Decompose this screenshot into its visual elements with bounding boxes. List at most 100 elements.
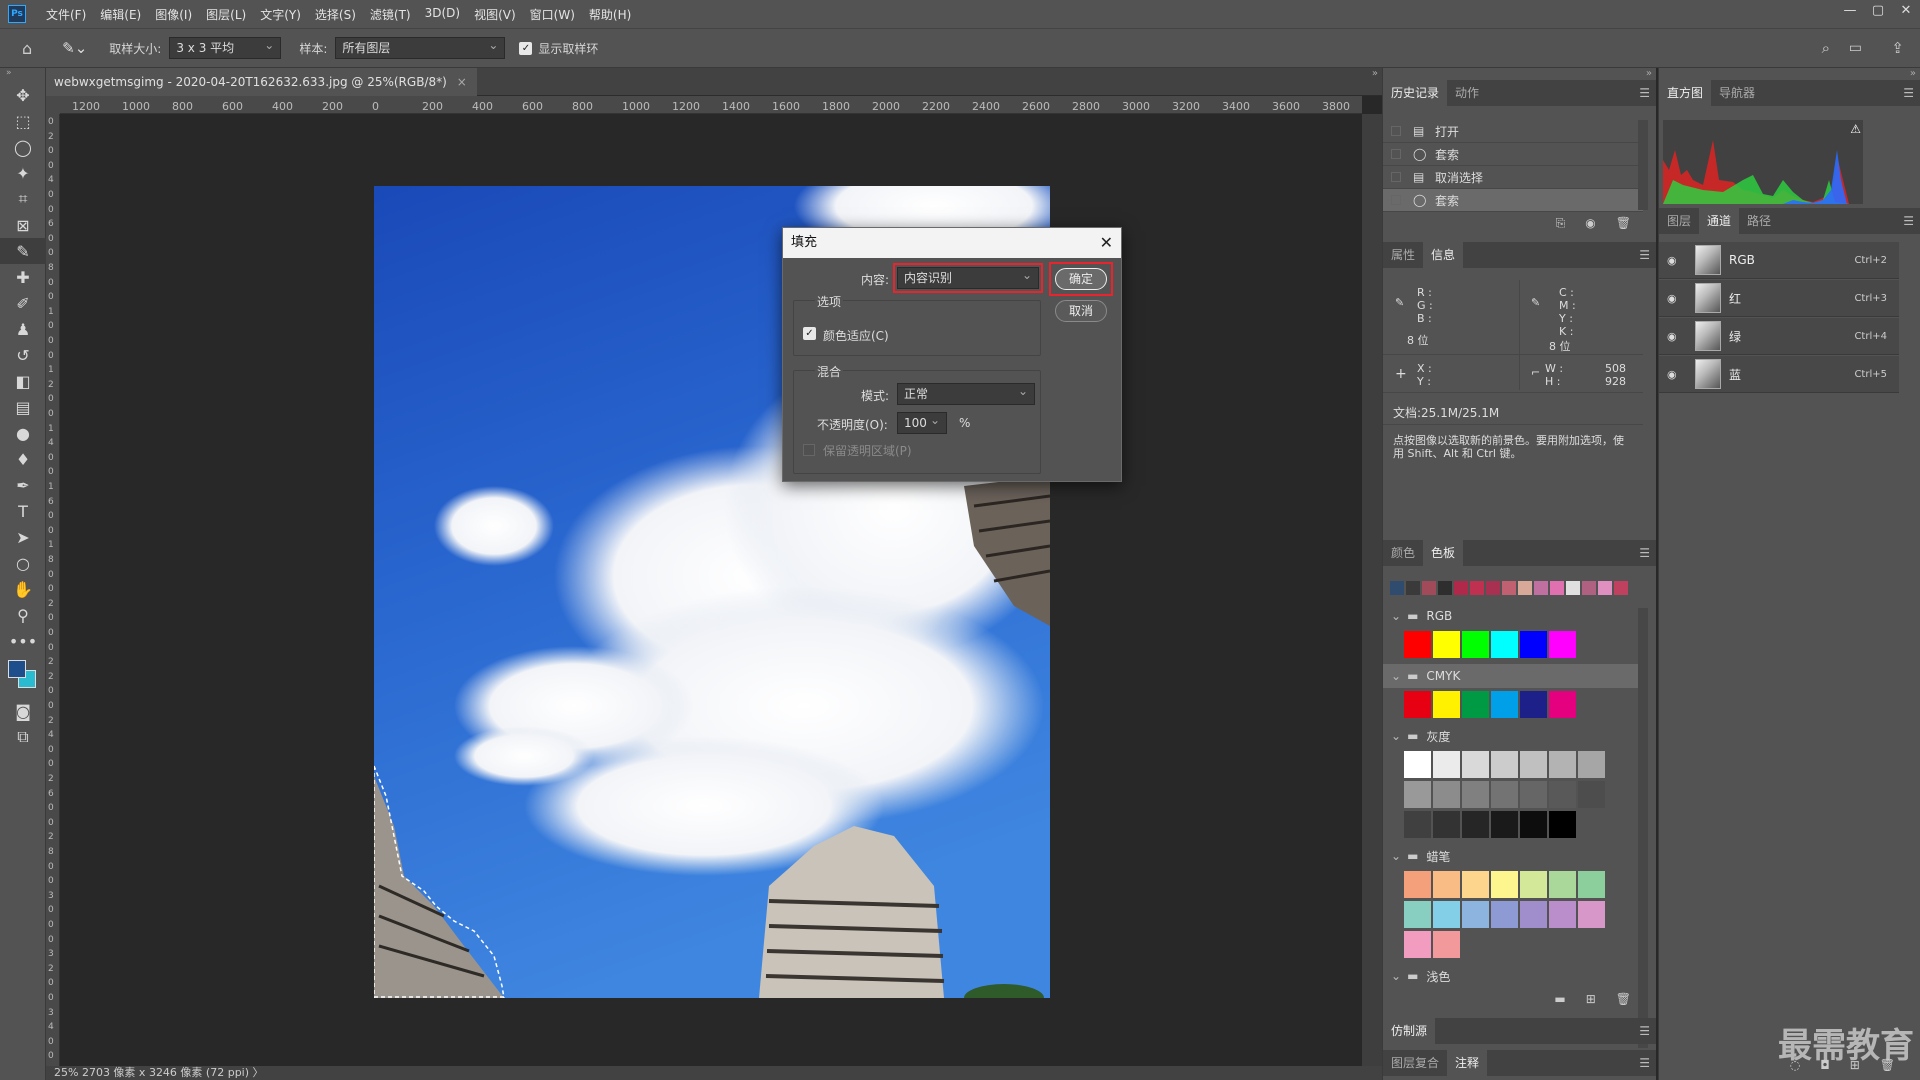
swatch-group-header[interactable]: ⌄ ▬ 灰度 [1383,724,1643,748]
camera-icon[interactable]: ◉ [1585,216,1595,238]
histogram-warning-icon[interactable]: ⚠ [1850,122,1861,136]
swatch[interactable] [1490,750,1519,779]
trash-icon[interactable]: 🗑 [1616,216,1631,238]
notes-menu-icon[interactable]: ☰ [1639,1056,1650,1070]
swatch[interactable] [1432,690,1461,719]
swatch[interactable] [1432,780,1461,809]
channel-row[interactable]: ◉ 绿 Ctrl+4 [1659,318,1899,355]
move-tool-icon[interactable]: ✥ [0,82,46,108]
swatch[interactable] [1519,630,1548,659]
tab-notes[interactable]: 注释 [1447,1050,1488,1076]
swatch-group-header[interactable]: ⌄ ▬ CMYK [1383,664,1643,688]
menu-item-7[interactable]: 3D(D) [425,6,460,23]
swatch[interactable] [1461,780,1490,809]
dock2-collapse-icon[interactable]: » [1910,68,1916,79]
gradient-tool-icon[interactable]: ▤ [0,394,46,420]
hand-tool-icon[interactable]: ✋ [0,576,46,602]
swatch[interactable] [1548,780,1577,809]
menu-item-5[interactable]: 选择(S) [315,6,356,23]
swatch[interactable] [1490,870,1519,899]
channel-row[interactable]: ◉ 蓝 Ctrl+5 [1659,356,1899,393]
dialog-titlebar[interactable]: 填充 ✕ [783,228,1121,258]
maximize-button[interactable]: ▢ [1864,0,1892,22]
dodge-tool-icon[interactable]: ♦ [0,446,46,472]
recent-swatch[interactable] [1501,580,1517,596]
swatch[interactable] [1577,900,1606,929]
brush-tool-icon[interactable]: ✐ [0,290,46,316]
recent-swatch[interactable] [1597,580,1613,596]
eye-icon[interactable]: ◉ [1667,254,1685,267]
new-swatch-icon[interactable]: ⊞ [1586,992,1596,1012]
document-tab[interactable]: webwxgetmsgimg - 2020-04-20T162632.633.j… [46,68,477,96]
show-ring-checkbox[interactable]: ✓ [519,41,533,55]
dock-collapse-icon[interactable]: » [1646,68,1652,79]
share-icon[interactable]: ⇪ [1891,39,1904,57]
sample-select[interactable]: 所有图层 [335,35,506,59]
swatch[interactable] [1490,810,1519,839]
swatch-group-header[interactable]: ⌄ ▬ RGB [1383,604,1643,628]
ellipse-tool-icon[interactable]: ○ [0,550,46,576]
swatch[interactable] [1461,900,1490,929]
type-tool-icon[interactable]: T [0,498,46,524]
menu-item-8[interactable]: 视图(V) [474,6,516,23]
channel-row[interactable]: ◉ 红 Ctrl+3 [1659,280,1899,317]
history-item[interactable]: ◯ 套索 [1383,143,1643,166]
eyedropper-preset-icon[interactable]: ✎⌄ [62,39,87,57]
recent-swatch[interactable] [1485,580,1501,596]
tab-history[interactable]: 历史记录 [1383,80,1448,106]
swatch[interactable] [1461,810,1490,839]
swatch[interactable] [1403,870,1432,899]
home-icon[interactable]: ⌂ [22,39,32,58]
color-adapt-checkbox[interactable]: ✓ [803,327,816,340]
eyedropper-tool-icon[interactable]: ✎ [0,238,46,264]
quick-mask-icon[interactable]: ◙ [0,698,46,724]
info-menu-icon[interactable]: ☰ [1639,248,1650,262]
healing-brush-tool-icon[interactable]: ✚ [0,264,46,290]
swatch[interactable] [1403,810,1432,839]
swatch[interactable] [1577,780,1606,809]
recent-swatch[interactable] [1437,580,1453,596]
swatch[interactable] [1403,750,1432,779]
recent-swatch[interactable] [1469,580,1485,596]
screen-mode-icon[interactable]: ⧉ [0,724,46,750]
more-tools-icon[interactable]: ••• [0,628,46,654]
swatch[interactable] [1519,900,1548,929]
swatch[interactable] [1548,870,1577,899]
history-item[interactable]: ▤ 打开 [1383,120,1643,143]
close-document-icon[interactable]: × [457,68,467,96]
tab-histogram[interactable]: 直方图 [1659,80,1712,106]
tab-navigator[interactable]: 导航器 [1711,80,1763,106]
lasso-tool-icon[interactable]: ◯ [0,134,46,160]
tab-clone-source[interactable]: 仿制源 [1383,1018,1436,1044]
swatch[interactable] [1490,780,1519,809]
swatches-menu-icon[interactable]: ☰ [1639,546,1650,560]
tab-paths[interactable]: 路径 [1739,208,1779,234]
swatch-group-header[interactable]: ⌄ ▬ 浅色 [1383,964,1643,988]
history-brush-tool-icon[interactable]: ↺ [0,342,46,368]
swatch[interactable] [1432,870,1461,899]
search-icon[interactable]: ⌕ [1822,39,1830,57]
recent-swatch[interactable] [1453,580,1469,596]
swatch[interactable] [1519,690,1548,719]
recent-swatch[interactable] [1389,580,1405,596]
swatch[interactable] [1519,870,1548,899]
swatch[interactable] [1490,900,1519,929]
folder-icon[interactable]: ▬ [1554,992,1565,1012]
swatch[interactable] [1461,750,1490,779]
menu-item-4[interactable]: 文字(Y) [260,6,301,23]
menu-item-1[interactable]: 编辑(E) [100,6,141,23]
eye-icon[interactable]: ◉ [1667,368,1685,381]
history-state-box[interactable] [1391,172,1401,182]
new-document-icon[interactable]: ⎘ [1556,216,1566,238]
pen-tool-icon[interactable]: ✒ [0,472,46,498]
history-menu-icon[interactable]: ☰ [1639,86,1650,100]
swatch[interactable] [1490,630,1519,659]
mode-select[interactable]: 正常 [897,381,1035,405]
swatch[interactable] [1461,690,1490,719]
workspace-icon[interactable]: ▭ [1849,40,1862,56]
swatch[interactable] [1432,810,1461,839]
channel-row[interactable]: ◉ RGB Ctrl+2 [1659,242,1899,279]
eraser-tool-icon[interactable]: ◧ [0,368,46,394]
menu-item-0[interactable]: 文件(F) [46,6,86,23]
tab-swatches[interactable]: 色板 [1423,540,1464,566]
